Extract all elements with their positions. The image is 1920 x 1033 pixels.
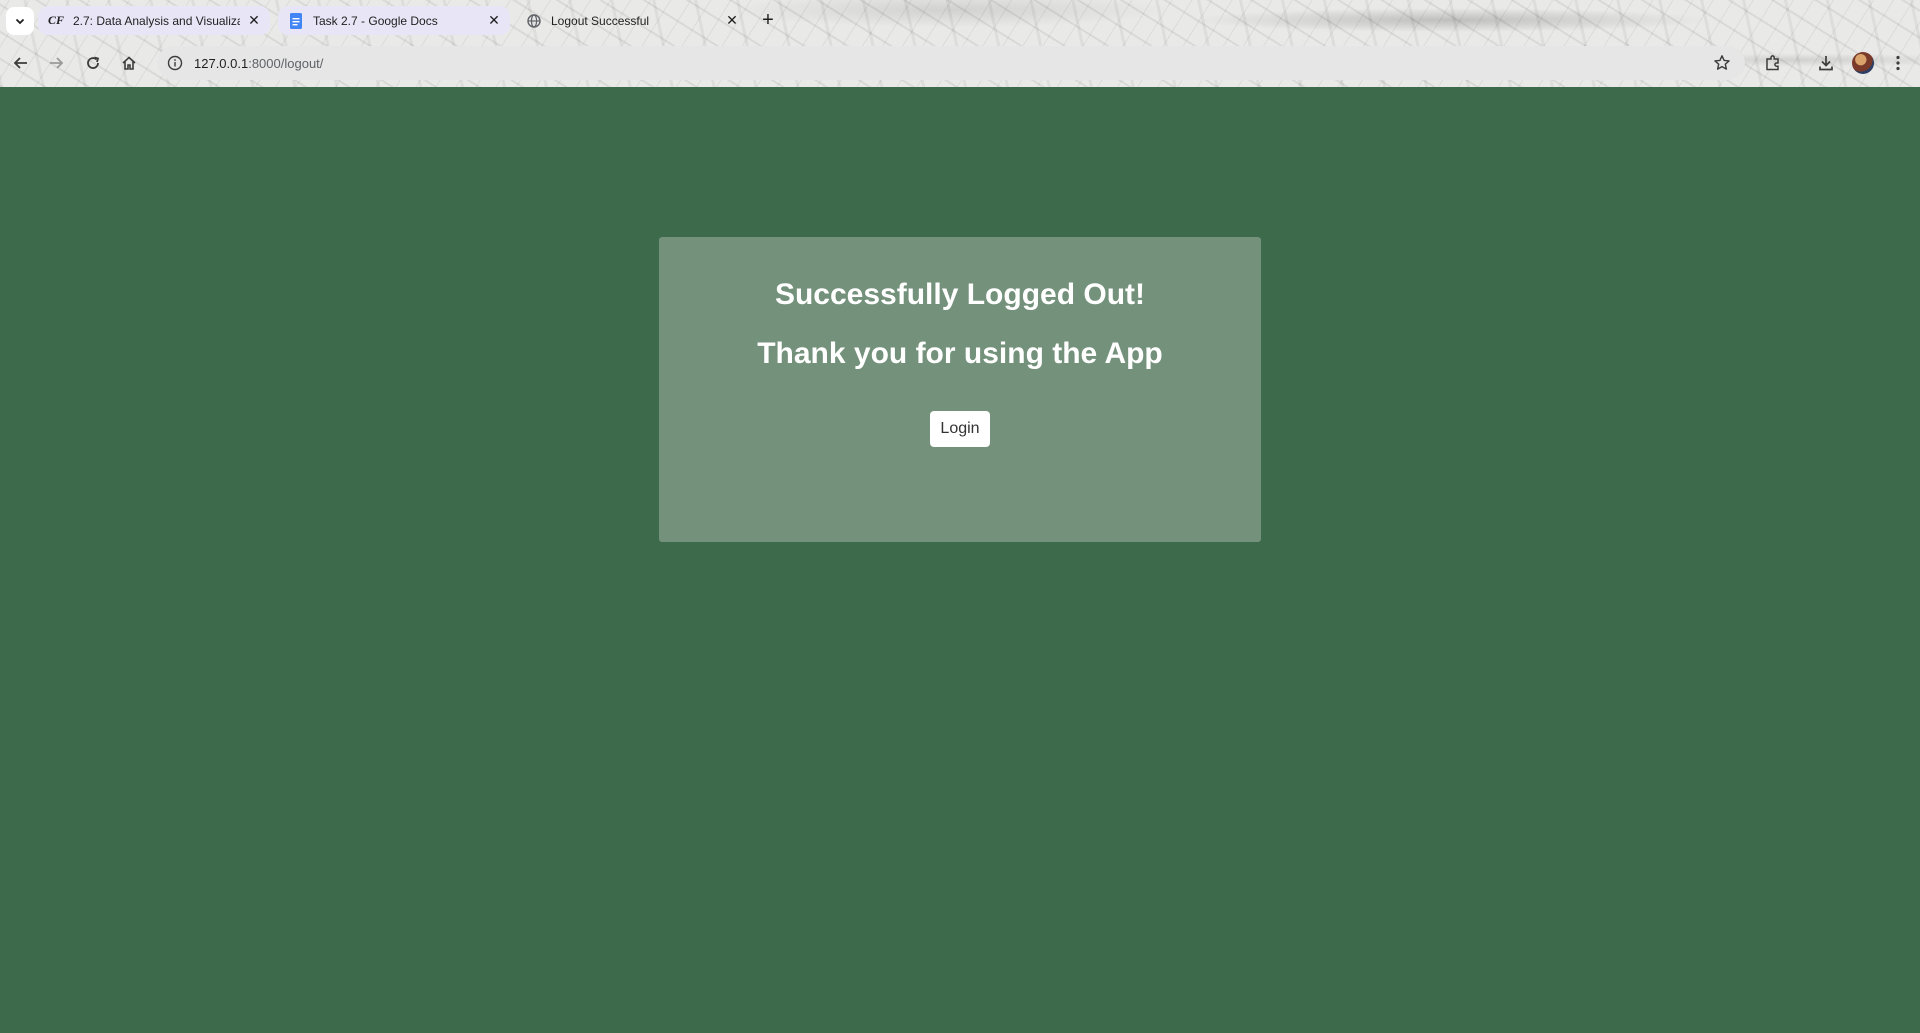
tab-strip: CF 2.7: Data Analysis and Visualiza ✕ Ta… [0, 0, 1920, 41]
home-button[interactable] [116, 50, 142, 76]
tab-cf-course[interactable]: CF 2.7: Data Analysis and Visualiza ✕ [38, 6, 270, 35]
puzzle-icon [1766, 55, 1779, 71]
forward-button[interactable] [43, 50, 69, 76]
toolbar: 127.0.0.1:8000/logout/ [0, 44, 1920, 82]
logout-card: Successfully Logged Out! Thank you for u… [659, 237, 1261, 542]
globe-icon [526, 13, 542, 29]
address-bar[interactable]: 127.0.0.1:8000/logout/ [157, 46, 1745, 80]
reload-button[interactable] [80, 50, 106, 76]
login-button[interactable]: Login [930, 411, 990, 447]
tab-search-button[interactable] [6, 7, 34, 35]
url-text[interactable]: 127.0.0.1:8000/logout/ [194, 56, 323, 71]
reload-icon [87, 56, 100, 69]
new-tab-button[interactable]: + [757, 9, 779, 31]
browser-menu-button[interactable] [1885, 50, 1911, 76]
chevron-down-icon [15, 18, 25, 25]
downloads-button[interactable] [1813, 50, 1839, 76]
tab-title: Task 2.7 - Google Docs [313, 13, 438, 28]
browser-chrome: CF 2.7: Data Analysis and Visualiza ✕ Ta… [0, 0, 1920, 87]
bookmark-star-icon[interactable] [1713, 54, 1731, 72]
back-button[interactable] [8, 50, 34, 76]
google-docs-icon [288, 12, 304, 29]
tab-title: Logout Successful [551, 13, 650, 28]
url-path: :8000/logout/ [248, 55, 324, 71]
url-host: 127.0.0.1 [194, 55, 249, 71]
kebab-menu-icon [1896, 55, 1900, 71]
download-icon [1819, 56, 1833, 71]
page-title: Successfully Logged Out! [774, 278, 1146, 311]
tab-logout-successful[interactable]: Logout Successful ✕ [516, 6, 748, 35]
tab-google-docs[interactable]: Task 2.7 - Google Docs ✕ [278, 6, 510, 35]
arrow-left-icon [13, 57, 27, 69]
extensions-button[interactable] [1760, 50, 1786, 76]
site-info-icon[interactable] [166, 54, 184, 72]
cf-logo-icon: CF [48, 13, 65, 27]
tab-title: 2.7: Data Analysis and Visualiza [73, 13, 240, 28]
close-icon[interactable]: ✕ [724, 12, 740, 29]
arrow-right-icon [50, 57, 64, 69]
close-icon[interactable]: ✕ [246, 12, 262, 29]
close-icon[interactable]: ✕ [486, 12, 502, 29]
thank-you-message: Thank you for using the App [757, 337, 1163, 370]
profile-avatar[interactable] [1852, 52, 1874, 74]
home-icon [122, 56, 136, 70]
